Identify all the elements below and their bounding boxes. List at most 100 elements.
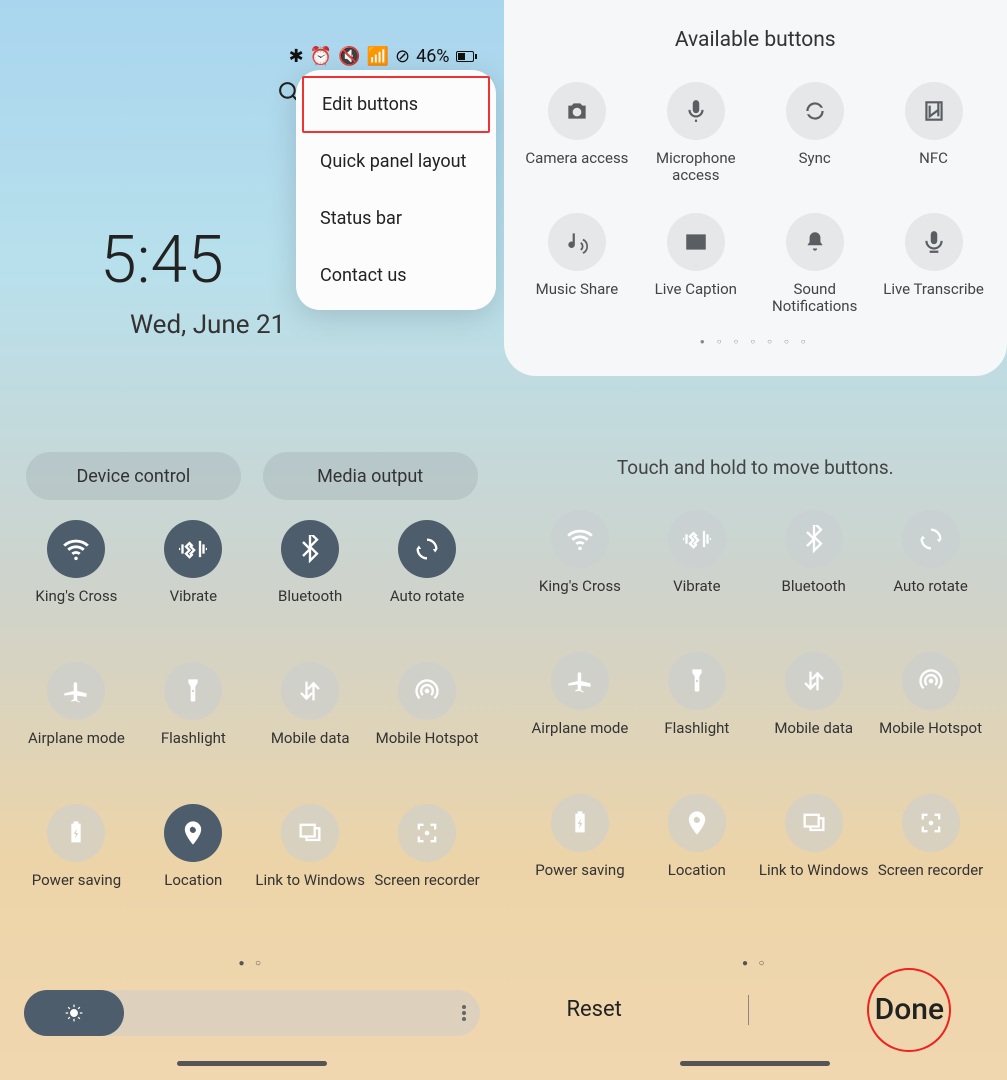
tile-screenrec[interactable]: Screen recorder: [369, 804, 486, 906]
available-musicshare[interactable]: Music Share: [518, 213, 637, 316]
available-label: Live Caption: [655, 281, 737, 298]
tile-label: Screen recorder: [374, 872, 479, 906]
available-nfc[interactable]: NFC: [874, 82, 993, 185]
mute-status-icon: 🔇: [338, 46, 360, 67]
battery-percent: 46%: [416, 46, 449, 67]
available-label: Microphone access: [636, 150, 755, 185]
tile-autorotate[interactable]: Auto rotate: [369, 520, 486, 622]
available-livecaption[interactable]: Live Caption: [636, 213, 755, 316]
done-button[interactable]: Done: [875, 992, 944, 1027]
flashlight-icon: [683, 667, 711, 695]
settings-popup: Edit buttons Quick panel layout Status b…: [296, 70, 496, 310]
tile-powersaving[interactable]: Power saving: [18, 804, 135, 906]
musicshare-icon: [564, 229, 590, 255]
available-livetranscribe[interactable]: Live Transcribe: [874, 213, 993, 316]
tile-hotspot[interactable]: Mobile Hotspot: [369, 662, 486, 764]
edit-buttons-panel: Available buttons Camera accessMicrophon…: [504, 0, 1007, 1080]
bottom-actions: Reset Done: [504, 992, 1007, 1027]
tile-airplane[interactable]: Airplane mode: [18, 662, 135, 764]
tile-label: Mobile data: [774, 720, 853, 754]
location-icon: [683, 809, 711, 837]
clock-time: 5:45: [100, 222, 224, 299]
wifi-icon: [566, 525, 594, 553]
tile-label: Location: [668, 862, 726, 896]
home-indicator[interactable]: [680, 1061, 830, 1066]
tile-label: Vibrate: [170, 588, 217, 622]
mobiledata-icon: [296, 677, 324, 705]
available-micaccess[interactable]: Microphone access: [636, 82, 755, 185]
page-dots-right: ● ○: [504, 958, 1007, 969]
tile-location[interactable]: Location: [638, 794, 755, 896]
available-page-dots: ● ○ ○ ○ ○ ○ ○: [504, 337, 1007, 346]
available-sync[interactable]: Sync: [755, 82, 874, 185]
tile-bluetooth[interactable]: Bluetooth: [755, 510, 872, 612]
camaccess-icon: [564, 98, 590, 124]
tile-airplane[interactable]: Airplane mode: [522, 652, 639, 754]
status-bar: ✱ ⏰ 🔇 📶 ⊘ 46%: [289, 46, 474, 67]
quick-panel-left: ✱ ⏰ 🔇 📶 ⊘ 46% 5:45 Wed, June 21 Device c…: [0, 0, 504, 1080]
vibrate-icon: [683, 525, 711, 553]
page-dots: ● ○: [0, 958, 504, 969]
tile-flashlight[interactable]: Flashlight: [135, 662, 252, 764]
link2win-icon: [296, 819, 324, 847]
tile-link2win[interactable]: Link to Windows: [252, 804, 369, 906]
soundnotif-icon: [802, 229, 828, 255]
tile-label: Mobile Hotspot: [376, 730, 479, 764]
tile-label: Flashlight: [161, 730, 226, 764]
menu-edit-buttons[interactable]: Edit buttons: [302, 76, 490, 133]
available-soundnotif[interactable]: Sound Notifications: [755, 213, 874, 316]
tile-wifi[interactable]: King's Cross: [522, 510, 639, 612]
device-control-chip[interactable]: Device control: [26, 452, 241, 500]
available-label: Sync: [799, 150, 831, 167]
tile-vibrate[interactable]: Vibrate: [638, 510, 755, 612]
tile-link2win[interactable]: Link to Windows: [755, 794, 872, 896]
sync-icon: [802, 98, 828, 124]
nfc-icon: [921, 98, 947, 124]
menu-quick-panel-layout[interactable]: Quick panel layout: [296, 133, 496, 190]
autorotate-icon: [413, 535, 441, 563]
available-camaccess[interactable]: Camera access: [518, 82, 637, 185]
available-buttons-title: Available buttons: [504, 28, 1007, 52]
vibrate-icon: [179, 535, 207, 563]
tile-label: King's Cross: [539, 578, 621, 612]
brightness-more-icon[interactable]: [462, 1005, 466, 1021]
micaccess-icon: [683, 98, 709, 124]
tile-mobiledata[interactable]: Mobile data: [252, 662, 369, 764]
tile-label: Airplane mode: [28, 730, 125, 764]
menu-contact-us[interactable]: Contact us: [296, 247, 496, 304]
home-indicator[interactable]: [177, 1061, 327, 1066]
tile-label: Bluetooth: [278, 588, 342, 622]
tile-powersaving[interactable]: Power saving: [522, 794, 639, 896]
media-output-chip[interactable]: Media output: [263, 452, 478, 500]
available-buttons-card: Available buttons Camera accessMicrophon…: [504, 0, 1007, 376]
brightness-slider[interactable]: [24, 990, 480, 1036]
tile-location[interactable]: Location: [135, 804, 252, 906]
available-label: Live Transcribe: [883, 281, 984, 298]
tile-label: Mobile Hotspot: [879, 720, 982, 754]
tile-hotspot[interactable]: Mobile Hotspot: [872, 652, 989, 754]
screenrec-icon: [413, 819, 441, 847]
available-label: Sound Notifications: [755, 281, 874, 316]
tile-bluetooth[interactable]: Bluetooth: [252, 520, 369, 622]
tile-label: Location: [164, 872, 222, 906]
link2win-icon: [800, 809, 828, 837]
available-buttons-grid: Camera accessMicrophone access Sync NFC Mus…: [504, 82, 1007, 315]
tile-screenrec[interactable]: Screen recorder: [872, 794, 989, 896]
tile-label: Vibrate: [673, 578, 720, 612]
clock-date: Wed, June 21: [130, 310, 285, 340]
tile-label: Link to Windows: [255, 872, 365, 906]
tile-label: Link to Windows: [759, 862, 869, 896]
tile-vibrate[interactable]: Vibrate: [135, 520, 252, 622]
tile-flashlight[interactable]: Flashlight: [638, 652, 755, 754]
menu-status-bar[interactable]: Status bar: [296, 190, 496, 247]
autorotate-icon: [917, 525, 945, 553]
reset-button[interactable]: Reset: [566, 997, 621, 1022]
tile-label: Power saving: [535, 862, 624, 896]
tile-mobiledata[interactable]: Mobile data: [755, 652, 872, 754]
tile-autorotate[interactable]: Auto rotate: [872, 510, 989, 612]
livetranscribe-icon: [921, 229, 947, 255]
tile-label: Airplane mode: [532, 720, 629, 754]
battery-icon: [456, 51, 474, 62]
tile-wifi[interactable]: King's Cross: [18, 520, 135, 622]
bluetooth-icon: [800, 525, 828, 553]
